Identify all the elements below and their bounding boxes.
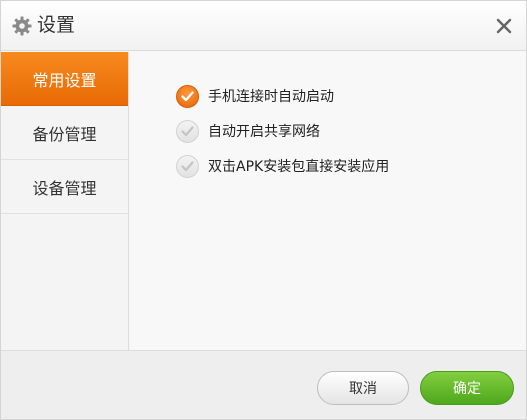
checkbox-checked-icon[interactable] (176, 84, 199, 108)
option-share-network[interactable]: 自动开启共享网络 (176, 118, 320, 144)
sidebar-item-label: 设备管理 (32, 178, 97, 198)
option-label: 手机连接时自动启动 (208, 89, 334, 105)
sidebar-item-label: 备份管理 (32, 124, 97, 144)
option-label: 自动开启共享网络 (208, 124, 320, 140)
sidebar-item-label: 常用设置 (32, 70, 97, 90)
option-label: 双击APK安装包直接安装应用 (208, 159, 390, 175)
title-bar: 设置 (1, 1, 526, 51)
settings-dialog: 设置 常用设置 备份管理 设备管理 手机连接时自动启动 自动开启共享网络 双击A… (0, 0, 527, 420)
gear-icon (12, 16, 32, 36)
confirm-button[interactable]: 确定 (420, 371, 514, 405)
option-auto-start[interactable]: 手机连接时自动启动 (176, 83, 334, 109)
checkbox-unchecked-icon[interactable] (176, 154, 199, 178)
settings-panel: 手机连接时自动启动 自动开启共享网络 双击APK安装包直接安装应用 (130, 52, 526, 350)
sidebar: 常用设置 备份管理 设备管理 (1, 52, 129, 350)
cancel-button[interactable]: 取消 (317, 371, 409, 405)
sidebar-item-devices[interactable]: 设备管理 (1, 160, 128, 214)
checkbox-unchecked-icon[interactable] (176, 119, 199, 143)
dialog-title: 设置 (37, 14, 76, 36)
option-apk-install[interactable]: 双击APK安装包直接安装应用 (176, 153, 389, 179)
sidebar-item-general[interactable]: 常用设置 (1, 52, 128, 106)
sidebar-item-backup[interactable]: 备份管理 (1, 106, 128, 160)
dialog-footer: 取消 确定 (1, 350, 526, 419)
close-icon[interactable] (493, 15, 515, 37)
